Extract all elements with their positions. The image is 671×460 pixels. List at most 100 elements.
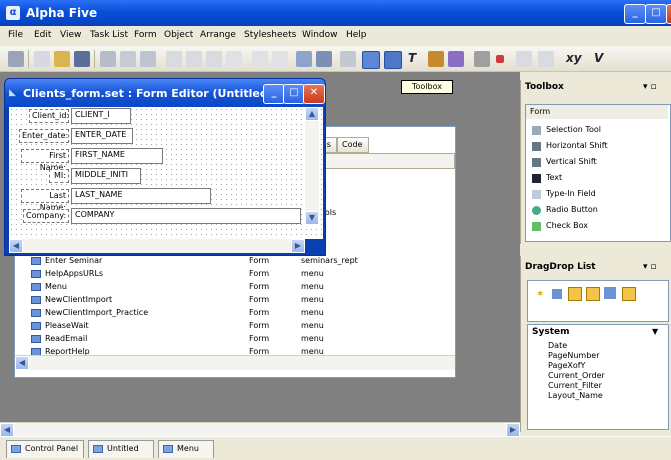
list-item[interactable]: Current_Filter xyxy=(548,381,602,390)
menu-file[interactable]: File xyxy=(8,30,23,40)
field-company[interactable]: COMPANY xyxy=(71,208,301,224)
form-hscrollbar[interactable]: ◀ ▶ xyxy=(9,239,305,253)
xy-coordinates-icon[interactable]: xy xyxy=(566,51,582,65)
form-view-icon[interactable] xyxy=(8,51,24,67)
sort-icon[interactable] xyxy=(604,287,616,299)
scroll-left-icon[interactable]: ◀ xyxy=(15,356,29,370)
menu-window[interactable]: Window xyxy=(302,30,338,40)
list-item[interactable]: ReadEmail Form menu xyxy=(15,333,455,345)
pen-icon[interactable] xyxy=(474,51,490,67)
variables-icon[interactable]: V xyxy=(594,51,603,65)
copy-icon[interactable] xyxy=(186,51,202,67)
print-icon[interactable] xyxy=(100,51,116,67)
close-button[interactable] xyxy=(666,4,671,24)
list-item[interactable]: HelpAppsURLs Form menu xyxy=(15,268,455,280)
list-item[interactable]: PageXofY xyxy=(548,361,585,370)
list-item[interactable]: Date xyxy=(548,341,567,350)
save-icon[interactable] xyxy=(74,51,90,67)
tool-vertical-shift[interactable]: Vertical Shift xyxy=(532,157,597,167)
scroll-down-icon[interactable]: ▼ xyxy=(305,211,319,225)
menu-object[interactable]: Object xyxy=(164,30,193,40)
label-mi[interactable]: MI: xyxy=(49,169,69,183)
scroll-right-icon[interactable]: ▶ xyxy=(291,239,305,253)
field-first-name[interactable]: FIRST_NAME xyxy=(71,148,163,164)
open-folder-icon[interactable] xyxy=(54,51,70,67)
select-icon[interactable] xyxy=(316,51,332,67)
menu-arrange[interactable]: Arrange xyxy=(200,30,236,40)
delete-icon[interactable] xyxy=(226,51,242,67)
form-editor-title-bar[interactable]: ◣ Clients_form.set : Form Editor (Untitl… xyxy=(5,79,325,107)
field-last-name[interactable]: LAST_NAME xyxy=(71,188,211,204)
menu-form[interactable]: Form xyxy=(134,30,157,40)
menu-task-list[interactable]: Task List xyxy=(90,30,128,40)
list-item[interactable]: Layout_Name xyxy=(548,391,603,400)
star-icon[interactable]: ✶ xyxy=(536,289,546,300)
paste-icon[interactable] xyxy=(206,51,222,67)
label-client-id[interactable]: Client_id: xyxy=(29,109,69,123)
list-hscrollbar[interactable]: ◀ xyxy=(15,355,455,370)
list-item[interactable]: ReportHelp Form menu xyxy=(15,346,455,355)
calc-icon[interactable] xyxy=(622,287,636,301)
tool-horizontal-shift[interactable]: Horizontal Shift xyxy=(532,141,608,151)
undo-icon[interactable] xyxy=(252,51,268,67)
form-close-button[interactable]: ✕ xyxy=(303,84,325,104)
label-enter-date[interactable]: Enter_date: xyxy=(19,129,69,143)
list-item[interactable]: Menu Form menu xyxy=(15,281,455,293)
properties-icon[interactable] xyxy=(140,51,156,67)
tool-selection[interactable]: Selection Tool xyxy=(532,125,601,135)
scroll-left-icon[interactable]: ◀ xyxy=(0,423,14,437)
label-last-name[interactable]: Last Name: xyxy=(21,189,69,212)
list-item[interactable]: Enter Seminar Form seminars_rept xyxy=(15,255,455,267)
pin-icon[interactable]: ▾ ▫ xyxy=(643,262,656,272)
fill-color-icon[interactable] xyxy=(428,51,444,67)
workspace-hscrollbar[interactable]: ◀ ▶ xyxy=(0,422,520,437)
form-minimize-button[interactable]: _ xyxy=(263,84,285,104)
field-enter-date[interactable]: ENTER_DATE xyxy=(71,128,133,144)
color-dot-icon[interactable] xyxy=(496,55,504,63)
menu-edit[interactable]: Edit xyxy=(34,30,51,40)
task-control-panel[interactable]: Control Panel xyxy=(6,440,84,458)
grid-icon[interactable] xyxy=(340,51,356,67)
new-icon[interactable] xyxy=(34,51,50,67)
minimize-button[interactable]: _ xyxy=(624,4,646,24)
line-color-icon[interactable] xyxy=(448,51,464,67)
size-icon[interactable] xyxy=(538,51,554,67)
preview-icon[interactable] xyxy=(120,51,136,67)
task-menu[interactable]: Menu xyxy=(158,440,214,458)
scroll-right-icon[interactable]: ▶ xyxy=(506,423,520,437)
redo-icon[interactable] xyxy=(272,51,288,67)
maximize-button[interactable]: □ xyxy=(645,4,667,24)
pin-icon[interactable]: ▾ ▫ xyxy=(643,82,656,92)
menu-help[interactable]: Help xyxy=(346,30,367,40)
dragdrop-toggle-icon[interactable] xyxy=(384,51,402,69)
form-vscrollbar[interactable]: ▲ ▼ xyxy=(305,107,319,225)
field-client-id[interactable]: CLIENT_I xyxy=(71,108,131,124)
form-maximize-button[interactable]: □ xyxy=(283,84,305,104)
align-icon[interactable] xyxy=(516,51,532,67)
tool-text[interactable]: Text xyxy=(532,173,562,183)
list-icon[interactable] xyxy=(552,289,562,299)
list-item[interactable]: PleaseWait Form menu xyxy=(15,320,455,332)
scroll-left-icon[interactable]: ◀ xyxy=(9,239,23,253)
label-company[interactable]: Company: xyxy=(23,209,69,223)
tool-type-in-field[interactable]: Type-In Field xyxy=(532,189,596,199)
toolbox-toggle-icon[interactable] xyxy=(362,51,380,69)
table-icon[interactable] xyxy=(568,287,582,301)
chevron-down-icon[interactable]: ▼ xyxy=(652,327,658,336)
tab-order-icon[interactable] xyxy=(296,51,312,67)
cut-icon[interactable] xyxy=(166,51,182,67)
fields-icon[interactable] xyxy=(586,287,600,301)
tool-radio-button[interactable]: Radio Button xyxy=(532,205,598,215)
scroll-up-icon[interactable]: ▲ xyxy=(305,107,319,121)
menu-view[interactable]: View xyxy=(60,30,81,40)
menu-stylesheets[interactable]: Stylesheets xyxy=(244,30,296,40)
list-item[interactable]: Current_Order xyxy=(548,371,605,380)
toolbox-category[interactable]: Form xyxy=(526,105,668,119)
dragdrop-group[interactable]: System xyxy=(532,327,570,337)
tab-code[interactable]: Code xyxy=(337,137,369,153)
field-mi[interactable]: MIDDLE_INITI xyxy=(71,168,141,184)
list-item[interactable]: PageNumber xyxy=(548,351,600,360)
form-design-surface[interactable]: Client_id: CLIENT_I Enter_date: ENTER_DA… xyxy=(9,107,323,239)
task-untitled[interactable]: Untitled xyxy=(88,440,154,458)
text-tool-icon[interactable]: T xyxy=(408,51,416,65)
